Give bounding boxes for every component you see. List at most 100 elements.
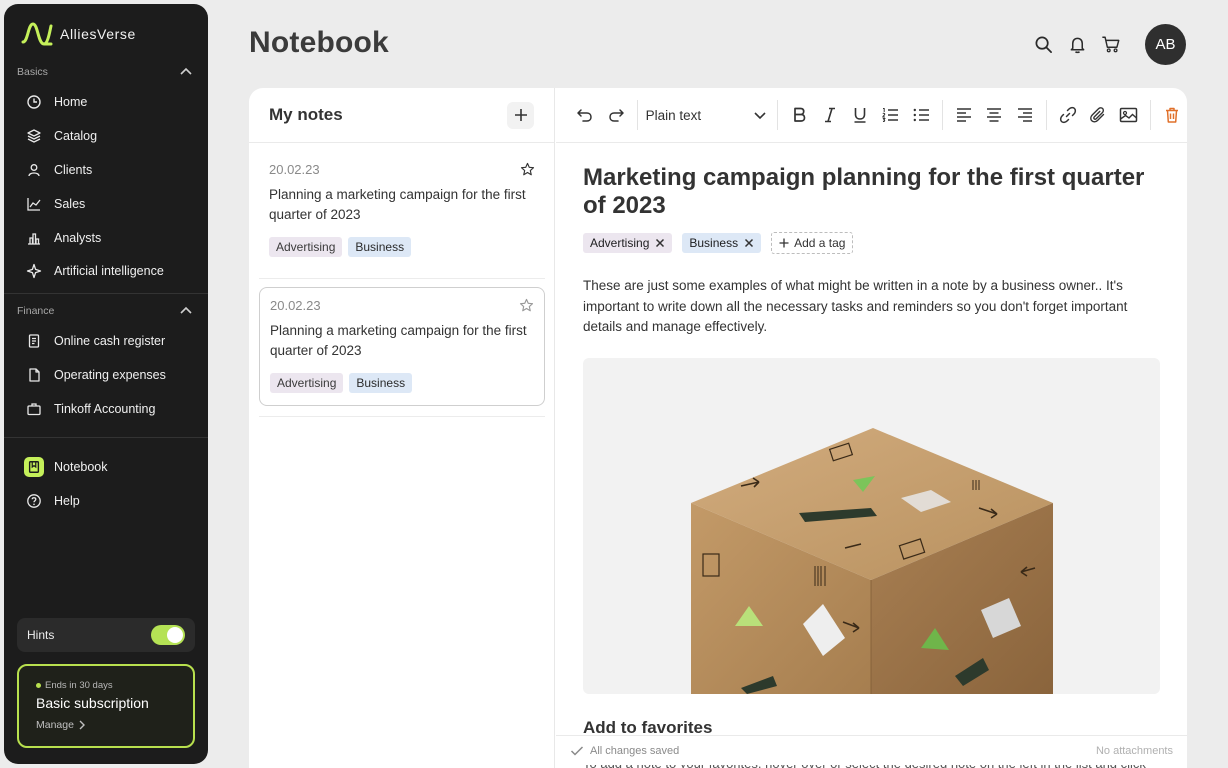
toolbar-divider: [1045, 100, 1047, 130]
sidebar-item-artificial-intelligence[interactable]: Artificial intelligence: [24, 257, 200, 285]
notes-list-panel: My notes 20.02.23 Planning a marketing c…: [249, 88, 555, 768]
bell-icon[interactable]: [1067, 35, 1087, 55]
hints-label: Hints: [27, 628, 55, 642]
toolbar-divider: [1149, 100, 1151, 130]
redo-button[interactable]: [600, 99, 630, 131]
editor-toolbar: Plain text: [556, 88, 1187, 143]
editor-tag-advertising[interactable]: Advertising: [583, 233, 673, 253]
cart-icon[interactable]: [1101, 35, 1121, 55]
align-left-button[interactable]: [949, 99, 979, 131]
sidebar-item-online-cash-register[interactable]: Online cash register: [24, 327, 200, 355]
search-icon[interactable]: [1033, 35, 1053, 55]
text-format-select[interactable]: Plain text: [644, 99, 771, 131]
underline-button[interactable]: [845, 99, 875, 131]
sidebar-item-notebook[interactable]: Notebook: [24, 453, 200, 481]
insert-image-button[interactable]: [1113, 99, 1143, 131]
note-list-item-selected[interactable]: 20.02.23 Planning a marketing campaign f…: [259, 287, 545, 406]
bold-button[interactable]: [784, 99, 814, 131]
editor-tag-business[interactable]: Business: [682, 233, 762, 253]
align-right-icon: [1017, 108, 1032, 122]
undo-button[interactable]: [570, 99, 600, 131]
numbered-list-icon: [882, 108, 899, 123]
sidebar-item-home[interactable]: Home: [24, 88, 200, 116]
tag-business[interactable]: Business: [349, 373, 413, 393]
toolbar-divider: [636, 100, 638, 130]
help-icon: [24, 491, 44, 511]
note-separator: [259, 416, 545, 417]
receipt-icon: [24, 331, 44, 351]
align-right-button[interactable]: [1009, 99, 1039, 131]
note-tags: Advertising Business: [270, 373, 534, 393]
bullet-list-button[interactable]: [905, 99, 935, 131]
sidebar-item-label: Notebook: [54, 460, 108, 474]
toolbar-divider: [777, 100, 778, 130]
sidebar-item-label: Clients: [54, 163, 93, 177]
chevron-up-icon[interactable]: [179, 65, 193, 79]
notes-header: My notes: [249, 88, 554, 143]
delete-note-button[interactable]: [1157, 99, 1187, 131]
note-list-item[interactable]: 20.02.23 Planning a marketing campaign f…: [259, 152, 545, 269]
note-body[interactable]: These are just some examples of what mig…: [583, 276, 1161, 338]
editor-status-bar: All changes saved No attachments: [556, 735, 1187, 765]
note-date-row: 20.02.23: [269, 162, 535, 177]
sidebar-item-label: Catalog: [54, 129, 98, 143]
numbered-list-button[interactable]: [875, 99, 905, 131]
link-icon: [1059, 106, 1076, 124]
star-icon[interactable]: [520, 162, 535, 177]
logo[interactable]: AlliesVerse: [20, 20, 136, 48]
sidebar-item-label: Help: [54, 494, 80, 508]
align-left-icon: [956, 108, 971, 122]
document-icon: [24, 365, 44, 385]
sidebar-item-sales[interactable]: Sales: [24, 190, 200, 218]
sidebar-item-analysts[interactable]: Analysts: [24, 224, 200, 252]
note-editor: Plain text Marketing campaign planning f…: [556, 88, 1187, 768]
sidebar-item-tinkoff-accounting[interactable]: Tinkoff Accounting: [24, 395, 200, 423]
note-heading[interactable]: Marketing campaign planning for the firs…: [583, 164, 1163, 220]
note-image[interactable]: [583, 358, 1160, 694]
note-separator: [259, 278, 545, 279]
tag-business[interactable]: Business: [348, 237, 412, 257]
sidebar-item-clients[interactable]: Clients: [24, 156, 200, 184]
manage-label: Manage: [36, 719, 74, 731]
section-basics[interactable]: Basics: [17, 65, 193, 79]
close-icon[interactable]: [744, 238, 754, 248]
italic-button[interactable]: [814, 99, 844, 131]
align-center-button[interactable]: [979, 99, 1009, 131]
section-finance[interactable]: Finance: [17, 304, 193, 318]
add-tag-button[interactable]: Add a tag: [771, 232, 854, 254]
close-icon[interactable]: [655, 238, 665, 248]
header-actions: AB: [1033, 24, 1186, 65]
bold-icon: [794, 107, 806, 122]
cardboard-box-illustration: [691, 428, 1053, 694]
save-status-text: All changes saved: [590, 744, 680, 757]
tag-advertising[interactable]: Advertising: [269, 237, 343, 257]
user-icon: [24, 160, 44, 180]
note-date-row: 20.02.23: [270, 298, 534, 313]
star-icon[interactable]: [519, 298, 534, 313]
section-basics-label: Basics: [17, 66, 48, 78]
add-note-button[interactable]: [507, 101, 534, 129]
paperclip-icon: [1090, 107, 1105, 123]
sidebar-item-help[interactable]: Help: [24, 487, 200, 515]
manage-subscription-link[interactable]: Manage: [36, 719, 193, 731]
hints-toggle[interactable]: [151, 625, 185, 645]
sidebar-item-catalog[interactable]: Catalog: [24, 122, 200, 150]
subscription-ends: Ends in 30 days: [36, 680, 193, 691]
logo-text: AlliesVerse: [60, 26, 136, 42]
tag-advertising[interactable]: Advertising: [270, 373, 344, 393]
plus-icon: [779, 238, 789, 248]
text-format-value: Plain text: [645, 107, 702, 123]
notebook-card: My notes 20.02.23 Planning a marketing c…: [249, 88, 1187, 768]
avatar[interactable]: AB: [1145, 24, 1186, 65]
note-title: Planning a marketing campaign for the fi…: [270, 323, 527, 358]
attach-button[interactable]: [1083, 99, 1113, 131]
image-icon: [1119, 107, 1138, 123]
note-title: Planning a marketing campaign for the fi…: [269, 187, 526, 222]
editor-tags: Advertising Business Add a tag: [583, 232, 854, 254]
sidebar-item-operating-expenses[interactable]: Operating expenses: [24, 361, 200, 389]
chevron-up-icon[interactable]: [179, 304, 193, 318]
link-button[interactable]: [1053, 99, 1083, 131]
notes-title: My notes: [269, 105, 343, 124]
subscription-ends-text: Ends in 30 days: [45, 680, 113, 691]
sparkle-icon: [24, 261, 44, 281]
